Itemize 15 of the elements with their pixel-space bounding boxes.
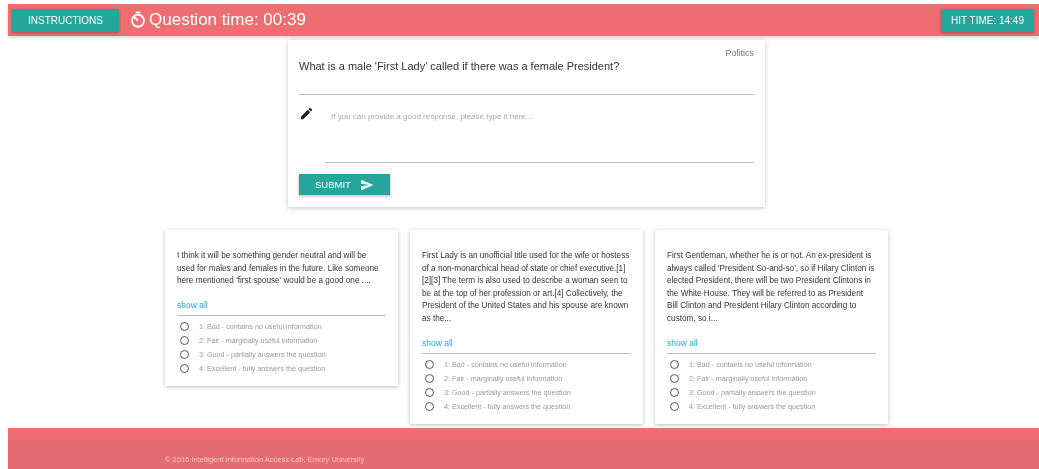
- submit-button[interactable]: SUBMIT: [299, 174, 390, 195]
- send-icon: [359, 177, 374, 192]
- timer-icon: [129, 11, 147, 29]
- category-label: Politics: [725, 48, 754, 58]
- answer-text: I think it will be something gender neutral and will be used for males and females in the future. Like someone here mentioned 'first spouse' would be a good one ....: [177, 250, 380, 288]
- answer-text: First Gentleman, whether he is or not. An ex-president is always called 'President So-and-so', so if Hilary Clinton is elected President, there will be two President Clintons in the White House. They will be referred to as President Bill Clinton and President Hilary Clinton according to custom, so i...: [667, 250, 876, 325]
- pencil-icon: [299, 106, 314, 121]
- instructions-button[interactable]: INSTRUCTIONS: [12, 8, 119, 32]
- answer-text: First Lady is an unofficial title used for the wife or hostess of a non-monarchical head of state or chief executive.[1][2][3] The term is also used to describe a woman seen to be at the top of her profession or art.[4] Collectively, the President of the United States and his spouse are known as the...: [422, 250, 631, 325]
- show-all-link[interactable]: show all: [177, 299, 208, 310]
- question-timer: Question time: 00:39: [149, 10, 306, 30]
- hit-time-button[interactable]: HIT TIME: 14:49: [941, 8, 1034, 32]
- show-all-link[interactable]: show all: [667, 337, 698, 348]
- question-text: What is a male 'First Lady' called if there was a female President?: [299, 60, 621, 72]
- show-all-link[interactable]: show all: [422, 337, 453, 348]
